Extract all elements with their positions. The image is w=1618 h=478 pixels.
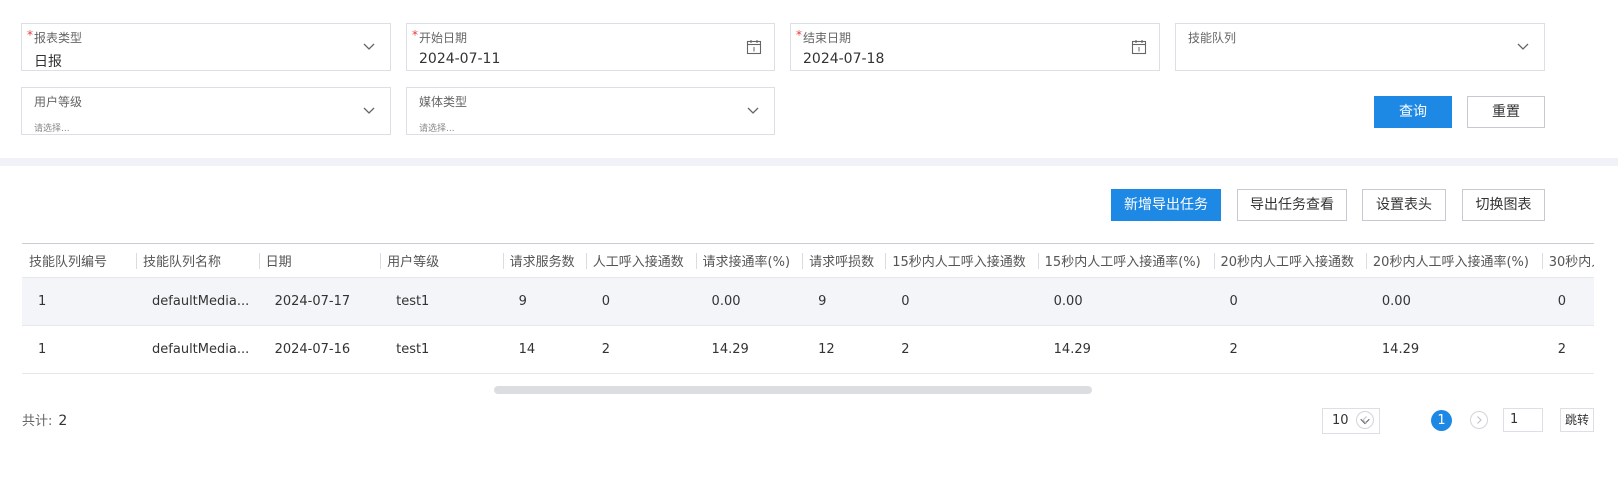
user-level-placeholder: 请选择... bbox=[34, 124, 70, 134]
table-cell: 0.00 bbox=[695, 277, 803, 326]
calendar-icon[interactable] bbox=[746, 39, 762, 55]
column-header[interactable]: 15秒内人工呼入接通数 bbox=[885, 244, 1038, 278]
user-level-select[interactable]: 用户等级 请选择... bbox=[21, 87, 391, 135]
report-type-select[interactable]: * 报表类型 日报 bbox=[21, 23, 391, 71]
page-number-current[interactable]: 1 bbox=[1431, 410, 1452, 431]
new-export-task-button[interactable]: 新增导出任务 bbox=[1111, 189, 1221, 221]
prev-page-button[interactable] bbox=[1356, 411, 1374, 429]
horizontal-scrollbar[interactable] bbox=[494, 386, 1092, 394]
column-header[interactable]: 技能队列名称 bbox=[136, 244, 259, 278]
table-cell: 2 bbox=[1541, 325, 1594, 374]
table-cell: 14.29 bbox=[1365, 325, 1542, 374]
user-level-label: 用户等级 bbox=[34, 95, 83, 109]
calendar-icon[interactable] bbox=[1131, 39, 1147, 55]
table-cell: test1 bbox=[380, 277, 503, 326]
table-cell: 14 bbox=[502, 325, 586, 374]
column-header[interactable]: 20秒内人工呼入接通数 bbox=[1213, 244, 1366, 278]
report-table: 技能队列编号 技能队列名称 日期 用户等级 请求服务数 人工呼入接通数 请求接通… bbox=[22, 243, 1594, 387]
chevron-down-icon bbox=[747, 107, 759, 114]
column-header[interactable]: 20秒内人工呼入接通率(%) bbox=[1365, 244, 1542, 278]
table-cell: 12 bbox=[802, 325, 886, 374]
column-header[interactable]: 日期 bbox=[258, 244, 381, 278]
report-type-label: 报表类型 bbox=[34, 31, 83, 45]
column-header[interactable]: 30秒内人工呼入接通数 bbox=[1541, 244, 1594, 278]
required-mark: * bbox=[796, 28, 802, 42]
section-divider bbox=[0, 158, 1618, 166]
table-row[interactable]: 1 defaultMedia... 2024-07-17 test1 9 0 0… bbox=[22, 277, 1594, 326]
table-cell: 2 bbox=[1213, 325, 1366, 374]
table-cell: 0 bbox=[585, 277, 696, 326]
table-cell: 0.00 bbox=[1365, 277, 1542, 326]
set-table-header-button[interactable]: 设置表头 bbox=[1362, 189, 1446, 221]
required-mark: * bbox=[412, 28, 418, 42]
column-header[interactable]: 用户等级 bbox=[380, 244, 503, 278]
column-header[interactable]: 人工呼入接通数 bbox=[585, 244, 696, 278]
chevron-down-icon bbox=[363, 43, 375, 50]
table-cell: defaultMedia... bbox=[136, 325, 259, 374]
column-header[interactable]: 15秒内人工呼入接通率(%) bbox=[1037, 244, 1214, 278]
report-type-value: 日报 bbox=[34, 54, 62, 70]
table-cell: 2024-07-16 bbox=[258, 325, 381, 374]
table-cell: 2 bbox=[585, 325, 696, 374]
next-page-button[interactable] bbox=[1470, 411, 1488, 429]
table-cell: 2 bbox=[885, 325, 1038, 374]
start-date-value: 2024-07-11 bbox=[419, 51, 501, 67]
total-label: 共计: bbox=[22, 414, 53, 429]
filter-panel: * 报表类型 日报 * 开始日期 2024-07-11 * 结束日期 2024-… bbox=[0, 0, 1618, 158]
table-header-row: 技能队列编号 技能队列名称 日期 用户等级 请求服务数 人工呼入接通数 请求接通… bbox=[22, 244, 1594, 278]
required-mark: * bbox=[27, 28, 33, 42]
query-button[interactable]: 查询 bbox=[1374, 96, 1452, 128]
media-type-label: 媒体类型 bbox=[419, 95, 468, 109]
jump-page-input[interactable]: 1 bbox=[1503, 408, 1543, 432]
table-cell: 14.29 bbox=[695, 325, 803, 374]
end-date-value: 2024-07-18 bbox=[803, 51, 885, 67]
chevron-left-icon bbox=[1362, 416, 1367, 424]
table-cell: 2024-07-17 bbox=[258, 277, 381, 326]
table-cell: defaultMedia... bbox=[136, 277, 259, 326]
table-cell: 0 bbox=[885, 277, 1038, 326]
start-date-label: 开始日期 bbox=[419, 31, 468, 45]
end-date-picker[interactable]: * 结束日期 2024-07-18 bbox=[790, 23, 1160, 71]
table-cell: 9 bbox=[502, 277, 586, 326]
skill-queue-label: 技能队列 bbox=[1188, 31, 1237, 45]
end-date-label: 结束日期 bbox=[803, 31, 852, 45]
table-cell: 1 bbox=[22, 325, 137, 374]
jump-button[interactable]: 跳转 bbox=[1560, 408, 1594, 432]
skill-queue-select[interactable]: 技能队列 bbox=[1175, 23, 1545, 71]
total-value: 2 bbox=[58, 413, 68, 429]
column-header[interactable]: 请求呼损数 bbox=[802, 244, 886, 278]
view-export-tasks-button[interactable]: 导出任务查看 bbox=[1237, 189, 1347, 221]
total-count: 共计: 2 bbox=[22, 410, 67, 429]
chevron-down-icon bbox=[1517, 43, 1529, 50]
reset-button[interactable]: 重置 bbox=[1467, 96, 1545, 128]
start-date-picker[interactable]: * 开始日期 2024-07-11 bbox=[406, 23, 775, 71]
table-cell: 0 bbox=[1213, 277, 1366, 326]
table-cell: 0 bbox=[1541, 277, 1594, 326]
table-cell: 1 bbox=[22, 277, 137, 326]
media-type-placeholder: 请选择... bbox=[419, 124, 455, 134]
column-header[interactable]: 请求服务数 bbox=[502, 244, 586, 278]
table-row[interactable]: 1 defaultMedia... 2024-07-16 test1 14 2 … bbox=[22, 325, 1594, 374]
column-header[interactable]: 技能队列编号 bbox=[22, 244, 137, 278]
page-size-value: 10 bbox=[1332, 413, 1349, 428]
table-cell: 14.29 bbox=[1037, 325, 1214, 374]
chevron-down-icon bbox=[363, 107, 375, 114]
chevron-right-icon bbox=[1477, 416, 1482, 424]
media-type-select[interactable]: 媒体类型 请选择... bbox=[406, 87, 775, 135]
switch-chart-button[interactable]: 切换图表 bbox=[1462, 189, 1545, 221]
table-cell: 9 bbox=[802, 277, 886, 326]
column-header[interactable]: 请求接通率(%) bbox=[695, 244, 803, 278]
table-cell: test1 bbox=[380, 325, 503, 374]
table-cell: 0.00 bbox=[1037, 277, 1214, 326]
